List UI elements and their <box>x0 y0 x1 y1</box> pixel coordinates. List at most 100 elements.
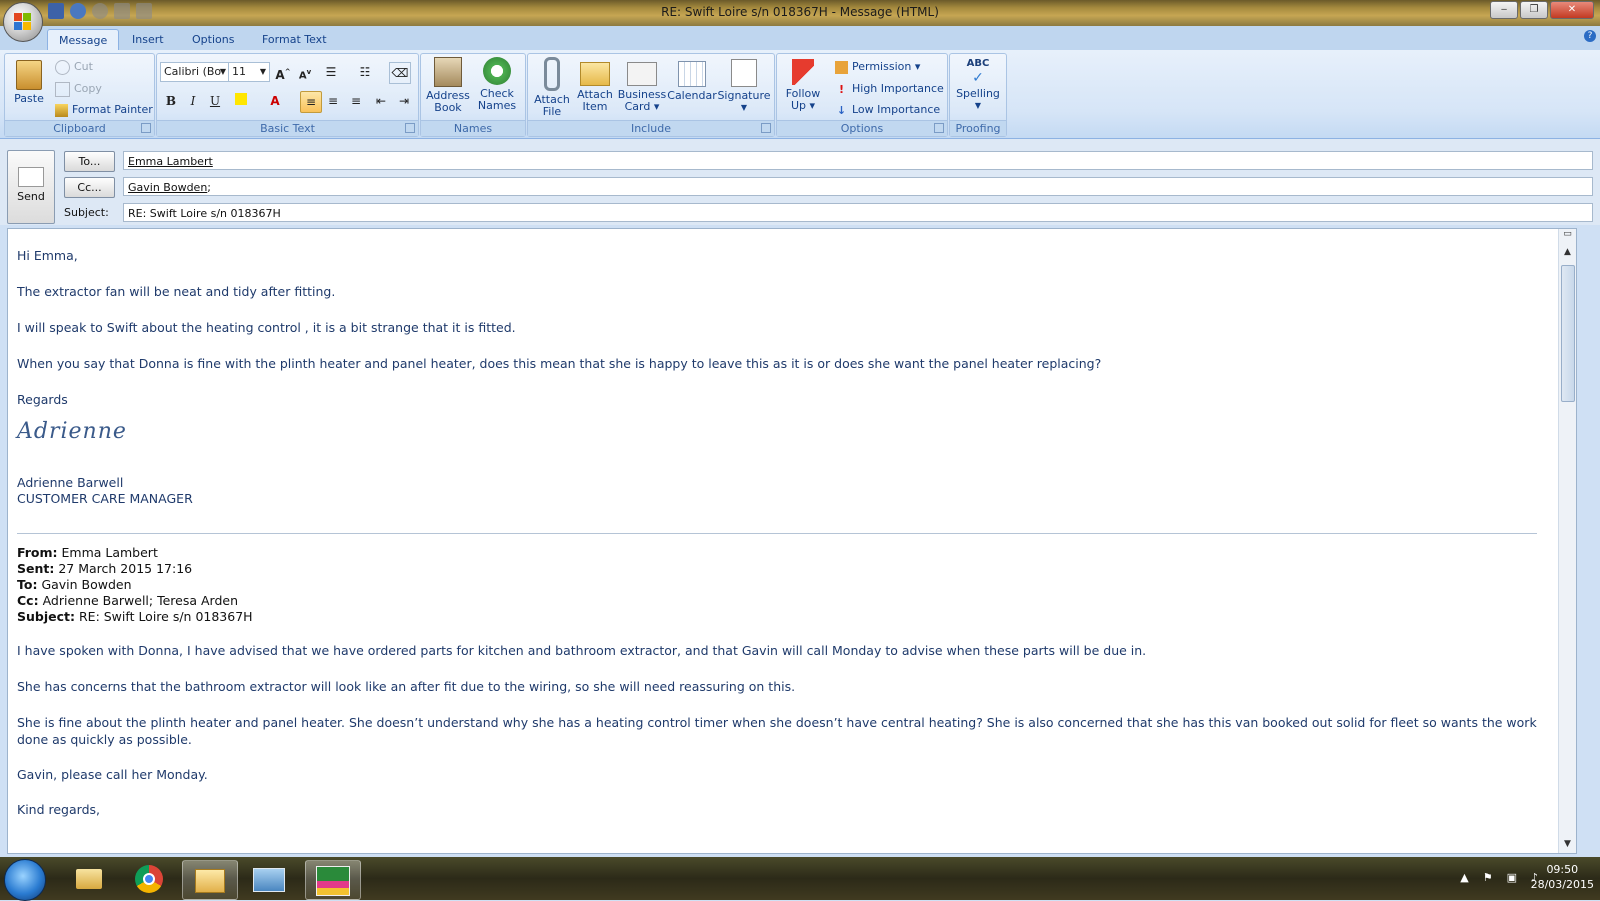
network-icon[interactable]: ▣ <box>1507 871 1517 884</box>
action-center-flag-icon[interactable]: ⚑ <box>1483 871 1493 884</box>
check-names-button[interactable]: Check Names <box>473 57 521 112</box>
scissors-icon <box>55 59 70 75</box>
copy-button[interactable]: Copy <box>55 80 102 98</box>
clipboard-group: Paste Cut Copy Format Painter Clipboard <box>4 53 155 137</box>
quoted-paragraph: Kind regards, <box>17 802 100 817</box>
signature-icon <box>731 59 757 87</box>
numbering-button[interactable]: ☷ <box>355 62 375 82</box>
scroll-down-icon[interactable]: ▼ <box>1559 839 1576 853</box>
arrow-down-icon: ↓ <box>836 103 847 117</box>
permission-button[interactable]: Permission ▾ <box>835 58 920 76</box>
quoted-paragraph: Gavin, please call her Monday. <box>17 767 208 782</box>
handwritten-signature: Adrienne <box>17 419 127 444</box>
ribbon: Paste Cut Copy Format Painter Clipboard … <box>0 50 1600 139</box>
show-hidden-icons-icon[interactable]: ▲ <box>1460 871 1468 884</box>
help-icon[interactable]: ? <box>1584 30 1596 42</box>
names-group: Address Book Check Names Names <box>420 53 526 137</box>
decrease-indent-button[interactable]: ⇤ <box>371 91 391 111</box>
basic-text-group-label: Basic Text <box>157 120 418 136</box>
to-field[interactable]: Emma Lambert <box>123 151 1593 170</box>
format-painter-button[interactable]: Format Painter <box>55 101 153 119</box>
outlook-icon[interactable] <box>182 860 238 900</box>
align-right-button[interactable]: ≡ <box>346 91 366 111</box>
business-card-button[interactable]: Business Card ▾ <box>617 57 667 113</box>
chrome-icon[interactable] <box>122 860 176 898</box>
sage-icon[interactable] <box>305 860 361 900</box>
check-names-icon <box>483 57 511 85</box>
shrink-font-button[interactable]: Av <box>295 62 315 82</box>
clear-formatting-button[interactable]: ⌫ <box>389 62 411 84</box>
proofing-group: ABC ✓ Spelling ▼ Proofing <box>949 53 1007 137</box>
subject-label: Subject: <box>64 206 109 219</box>
cc-field[interactable]: Gavin Bowden; <box>123 177 1593 196</box>
office-button[interactable] <box>3 2 43 42</box>
align-left-button[interactable]: ≡ <box>300 91 322 113</box>
underline-button[interactable]: U <box>205 91 225 111</box>
include-group: Attach File Attach Item Business Card ▾ Cal… <box>527 53 775 137</box>
start-button[interactable] <box>4 859 46 901</box>
calendar-icon <box>678 61 706 87</box>
vertical-scrollbar[interactable]: ▭ ▲ ▼ <box>1558 229 1576 853</box>
attach-file-button[interactable]: Attach File <box>530 57 574 118</box>
send-button[interactable]: Send <box>7 150 55 224</box>
clipboard-dialog-launcher[interactable] <box>141 123 151 133</box>
follow-up-button[interactable]: Follow Up ▾ <box>781 57 825 112</box>
business-card-icon <box>627 62 657 86</box>
scroll-thumb[interactable] <box>1561 265 1575 402</box>
include-group-label: Include <box>528 120 774 136</box>
high-importance-button[interactable]: ! High Importance <box>835 80 944 98</box>
scroll-up-icon[interactable]: ▲ <box>1559 247 1576 261</box>
maximize-button[interactable]: ❐ <box>1520 1 1548 19</box>
grow-font-button[interactable]: A^ <box>273 62 293 82</box>
attach-item-button[interactable]: Attach Item <box>574 57 616 113</box>
address-book-button[interactable]: Address Book <box>424 57 472 114</box>
tab-message[interactable]: Message <box>47 29 120 51</box>
quoted-sent: Sent: 27 March 2015 17:16 <box>17 561 193 576</box>
clipboard-group-label: Clipboard <box>5 120 154 136</box>
ribbon-tabs: Message Insert Options Format Text ? <box>0 26 1600 51</box>
subject-field[interactable]: RE: Swift Loire s/n 018367H <box>123 203 1593 222</box>
font-name-select[interactable]: Calibri (Bo ▼ <box>160 62 230 82</box>
signature-name: Adrienne Barwell <box>17 475 124 490</box>
signature-button[interactable]: Signature ▼ <box>716 57 772 114</box>
windows-explorer-icon[interactable] <box>62 860 116 898</box>
align-center-button[interactable]: ≡ <box>323 91 343 111</box>
quoted-cc: Cc: Adrienne Barwell; Teresa Arden <box>17 593 238 608</box>
title-bar: RE: Swift Loire s/n 018367H - Message (H… <box>0 0 1600 26</box>
message-body[interactable]: Hi Emma, The extractor fan will be neat … <box>7 228 1577 854</box>
office-logo-icon <box>14 13 32 31</box>
cut-button[interactable]: Cut <box>55 58 93 76</box>
include-dialog-launcher[interactable] <box>761 123 771 133</box>
calendar-button[interactable]: Calendar <box>667 57 717 102</box>
image-viewer-icon[interactable] <box>242 860 296 898</box>
clock-time: 09:50 <box>1546 863 1579 876</box>
quoted-paragraph: I have spoken with Donna, I have advised… <box>17 643 1147 658</box>
paintbrush-icon <box>55 103 68 117</box>
paste-button[interactable]: Paste <box>9 57 49 105</box>
chevron-down-icon: ▼ <box>740 103 748 112</box>
options-dialog-launcher[interactable] <box>934 123 944 133</box>
font-size-select[interactable]: 11 ▼ <box>228 62 270 82</box>
cc-button[interactable]: Cc... <box>64 177 115 198</box>
quoted-subject: Subject: RE: Swift Loire s/n 018367H <box>17 609 253 624</box>
options-group-label: Options <box>777 120 947 136</box>
basic-text-dialog-launcher[interactable] <box>405 123 415 133</box>
spelling-button[interactable]: ABC ✓ Spelling ▼ <box>952 57 1004 112</box>
ruler-toggle-icon[interactable]: ▭ <box>1559 229 1576 243</box>
to-button[interactable]: To... <box>64 151 115 172</box>
bold-button[interactable]: B <box>161 91 181 111</box>
bullets-button[interactable]: ☰ <box>321 62 341 82</box>
taskbar-clock[interactable]: 09:50 28/03/2015 <box>1531 862 1594 892</box>
tab-insert[interactable]: Insert <box>121 29 175 50</box>
proofing-group-label: Proofing <box>950 120 1006 136</box>
minimize-button[interactable]: ‒ <box>1490 1 1518 19</box>
increase-indent-button[interactable]: ⇥ <box>394 91 414 111</box>
font-color-icon[interactable]: A <box>265 91 285 111</box>
body-paragraph: The extractor fan will be neat and tidy … <box>17 284 336 299</box>
low-importance-button[interactable]: ↓ Low Importance <box>835 101 940 119</box>
highlight-icon[interactable] <box>231 91 251 111</box>
tab-format-text[interactable]: Format Text <box>251 29 338 50</box>
italic-button[interactable]: I <box>183 91 203 111</box>
close-button[interactable]: ✕ <box>1550 1 1594 19</box>
tab-options[interactable]: Options <box>181 29 245 50</box>
